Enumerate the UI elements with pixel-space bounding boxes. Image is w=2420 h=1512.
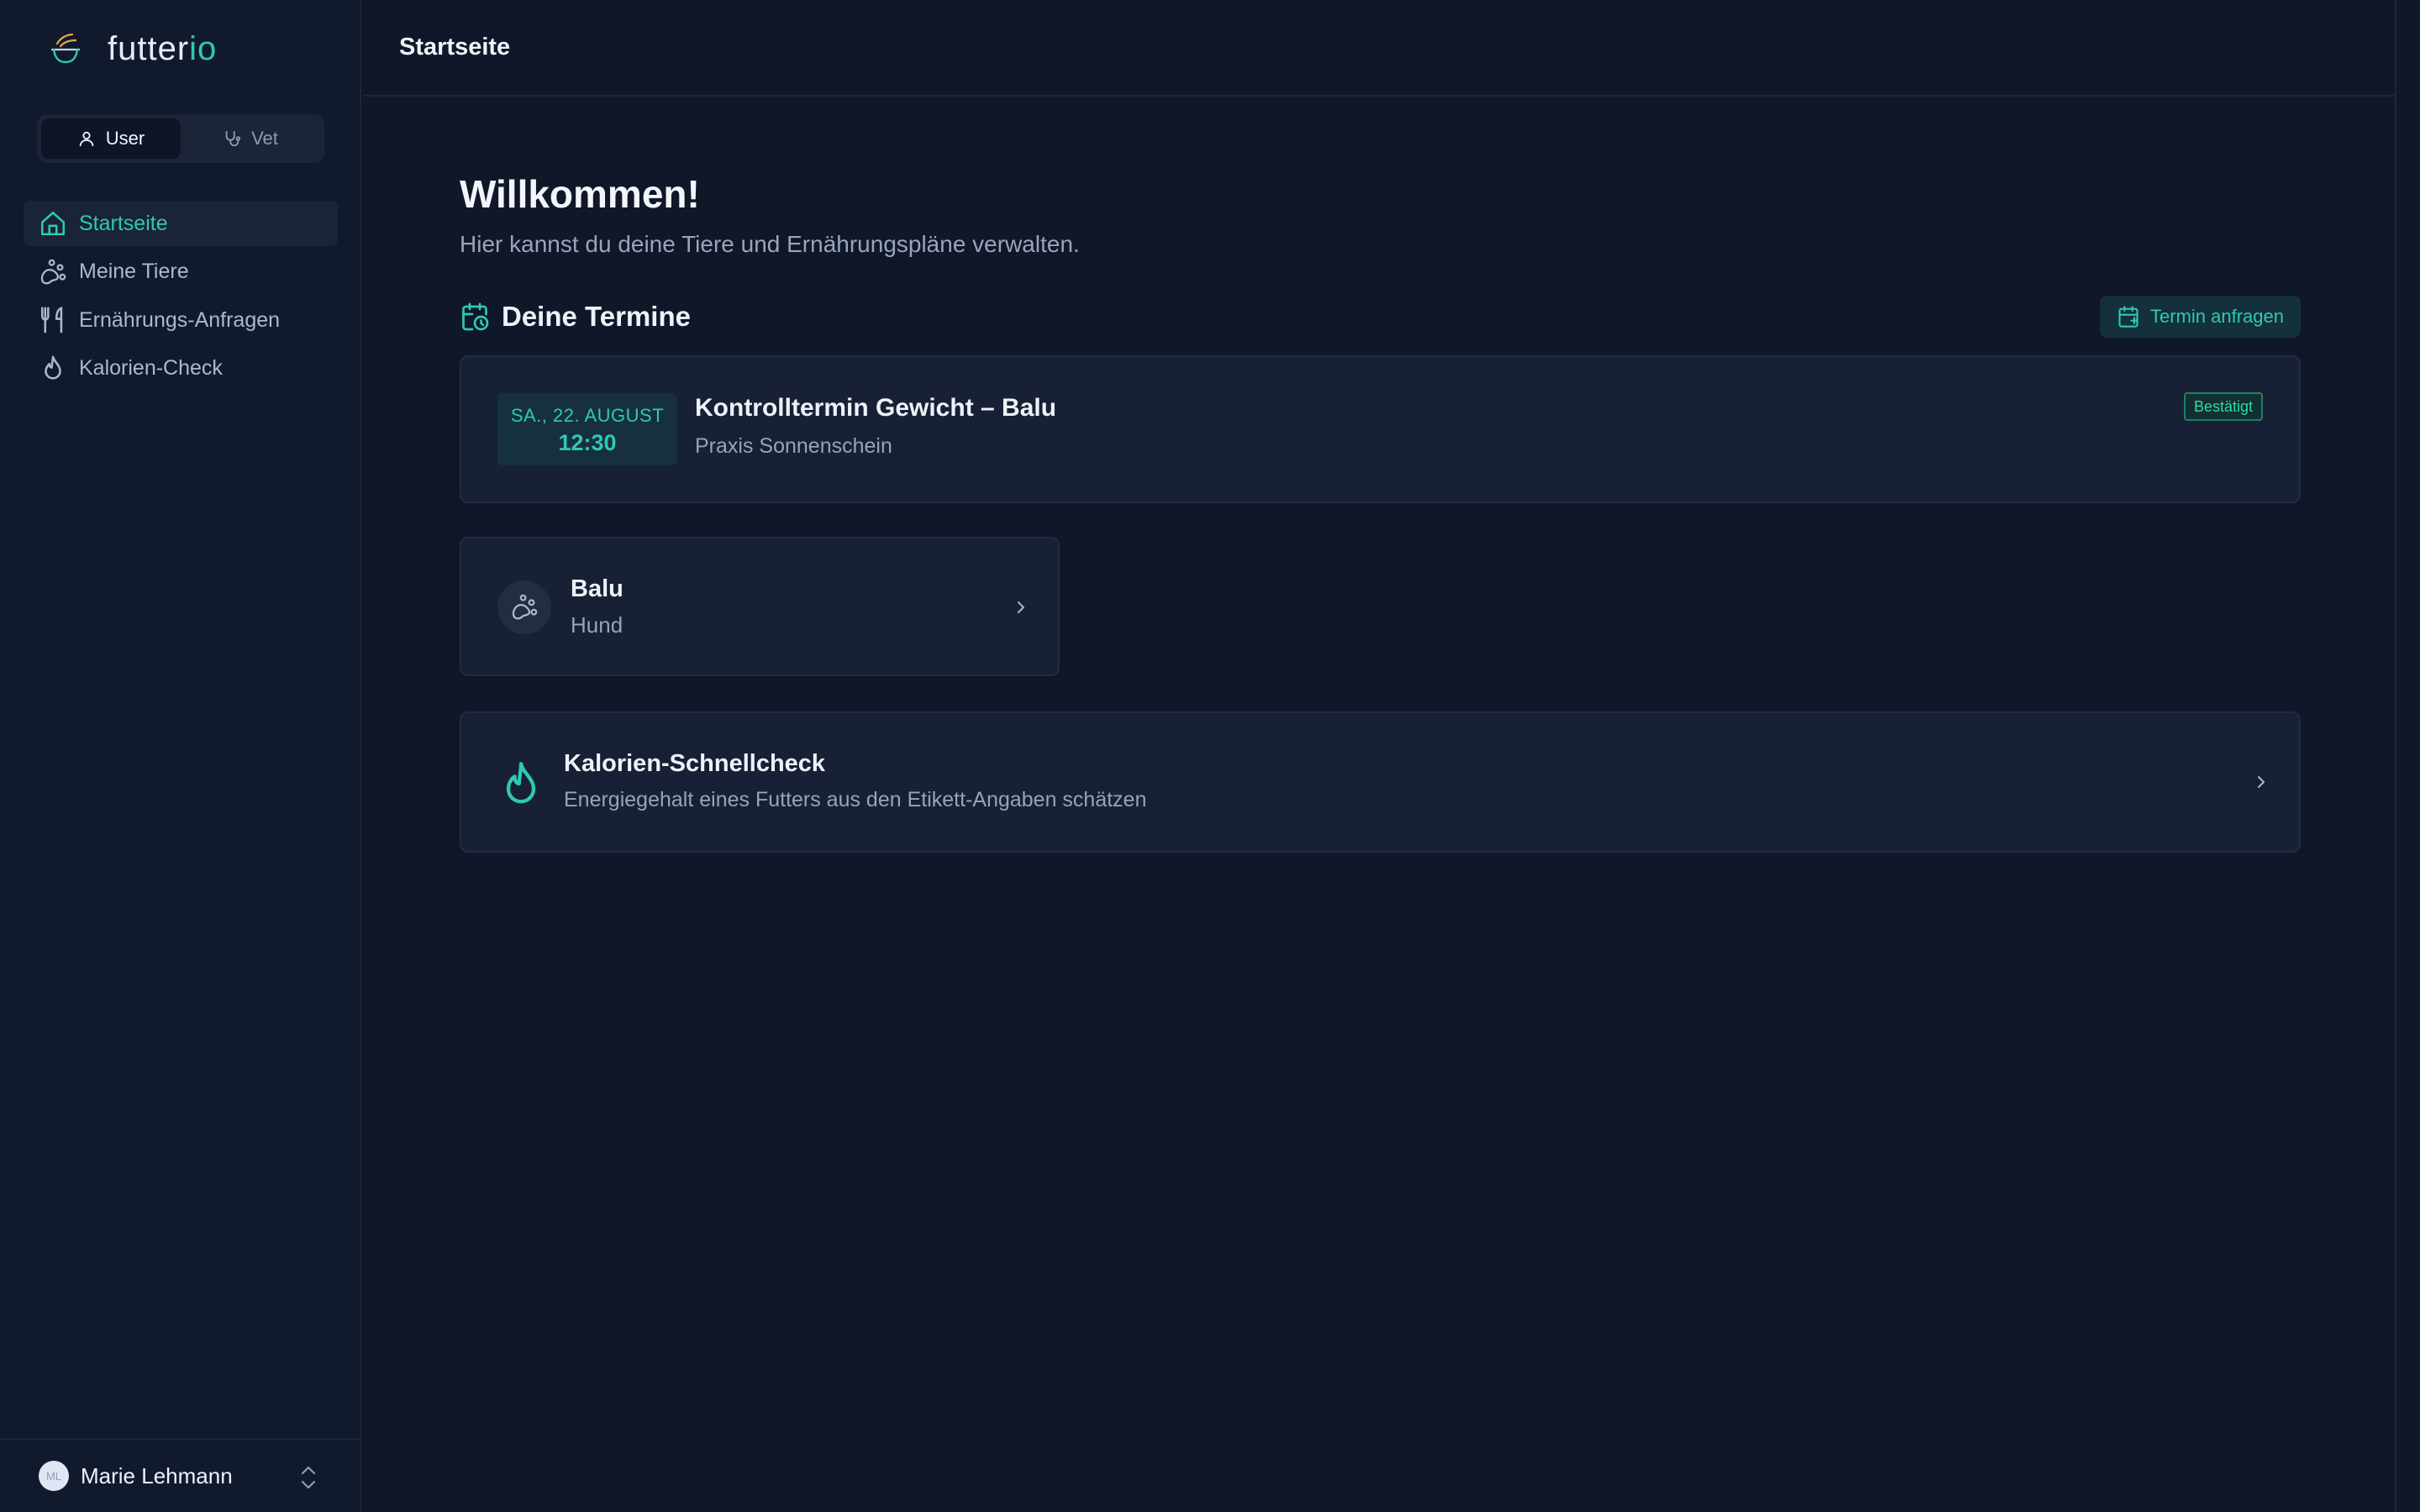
app-root: futterio User Vet Startseite Meine Tiere… (0, 0, 2420, 1512)
pet-species: Hund (571, 612, 623, 638)
pet-name: Balu (571, 575, 623, 602)
appointments-title: Deine Termine (502, 301, 691, 332)
sidebar-item-kalorien-check[interactable]: Kalorien-Check (24, 346, 338, 391)
main-content: Willkommen! Hier kannst du deine Tiere u… (460, 164, 2301, 853)
paw-icon (512, 594, 538, 620)
sidebar: futterio User Vet Startseite Meine Tiere… (0, 0, 361, 1512)
scrollbar-track[interactable] (2395, 0, 2396, 1512)
brand-name-part2: io (189, 29, 218, 67)
stethoscope-icon (225, 130, 241, 147)
request-appointment-label: Termin anfragen (2150, 306, 2284, 327)
brand-name-part1: futter (108, 29, 190, 67)
chevron-up-down-icon (301, 1466, 316, 1489)
status-badge: Bestätigt (2183, 392, 2263, 421)
calorie-check-subtitle: Energiegehalt eines Futters aus den Etik… (564, 788, 1147, 811)
sidebar-item-ernaehrungs-anfragen[interactable]: Ernährungs-Anfragen (24, 297, 338, 343)
flame-icon (506, 762, 536, 804)
role-vet-label: Vet (251, 128, 278, 149)
sidebar-item-meine-tiere[interactable]: Meine Tiere (24, 249, 338, 295)
appointment-time: 12:30 (558, 430, 617, 455)
calorie-check-title: Kalorien-Schnellcheck (564, 750, 826, 777)
header: Startseite (363, 0, 2395, 97)
brand-name: futterio (108, 30, 217, 68)
role-toggle: User Vet (37, 114, 324, 163)
home-icon (40, 211, 66, 236)
calendar-clock-icon (462, 302, 489, 331)
sidebar-item-startseite[interactable]: Startseite (24, 201, 338, 246)
flame-icon (45, 355, 61, 380)
welcome-title: Willkommen! (460, 172, 700, 216)
logo[interactable]: futterio (44, 25, 217, 72)
avatar: ML (39, 1461, 69, 1491)
bowl-logo-icon (50, 33, 81, 64)
calendar-plus-icon (2118, 306, 2139, 328)
page-title: Startseite (399, 34, 511, 60)
calorie-check-card[interactable]: Kalorien-Schnellcheck Energiegehalt eine… (460, 711, 2301, 853)
pet-card[interactable]: Balu Hund (460, 537, 1060, 676)
user-menu[interactable]: ML Marie Lehmann (0, 1438, 361, 1512)
utensils-icon (40, 307, 63, 333)
sidebar-nav: Startseite Meine Tiere Ernährungs-Anfrag… (24, 201, 338, 394)
appointments-header: Deine Termine Termin anfragen (460, 296, 2301, 338)
sidebar-item-label: Meine Tiere (79, 260, 189, 283)
sidebar-item-label: Startseite (79, 211, 168, 235)
appointment-location: Praxis Sonnenschein (695, 434, 892, 458)
appointment-date: SA., 22. AUGUST (510, 405, 665, 426)
role-user-button[interactable]: User (41, 118, 181, 159)
sidebar-item-label: Kalorien-Check (79, 356, 223, 380)
pet-avatar (497, 580, 551, 634)
appointment-card[interactable]: SA., 22. AUGUST 12:30 Kontrolltermin Gew… (460, 355, 2301, 503)
chevron-right-icon (2258, 776, 2265, 788)
paw-icon (40, 259, 66, 284)
sidebar-item-label: Ernährungs-Anfragen (79, 307, 281, 332)
appointment-title: Kontrolltermin Gewicht – Balu (695, 394, 1057, 422)
chevron-right-icon (1018, 601, 1024, 613)
role-vet-button[interactable]: Vet (181, 118, 320, 159)
role-user-label: User (105, 128, 145, 149)
user-name: Marie Lehmann (81, 1462, 233, 1488)
welcome-subtitle: Hier kannst du deine Tiere und Ernährung… (460, 231, 1080, 257)
request-appointment-button[interactable]: Termin anfragen (2100, 296, 2301, 338)
user-icon (79, 131, 94, 147)
appointment-date-box: SA., 22. AUGUST 12:30 (497, 393, 677, 465)
